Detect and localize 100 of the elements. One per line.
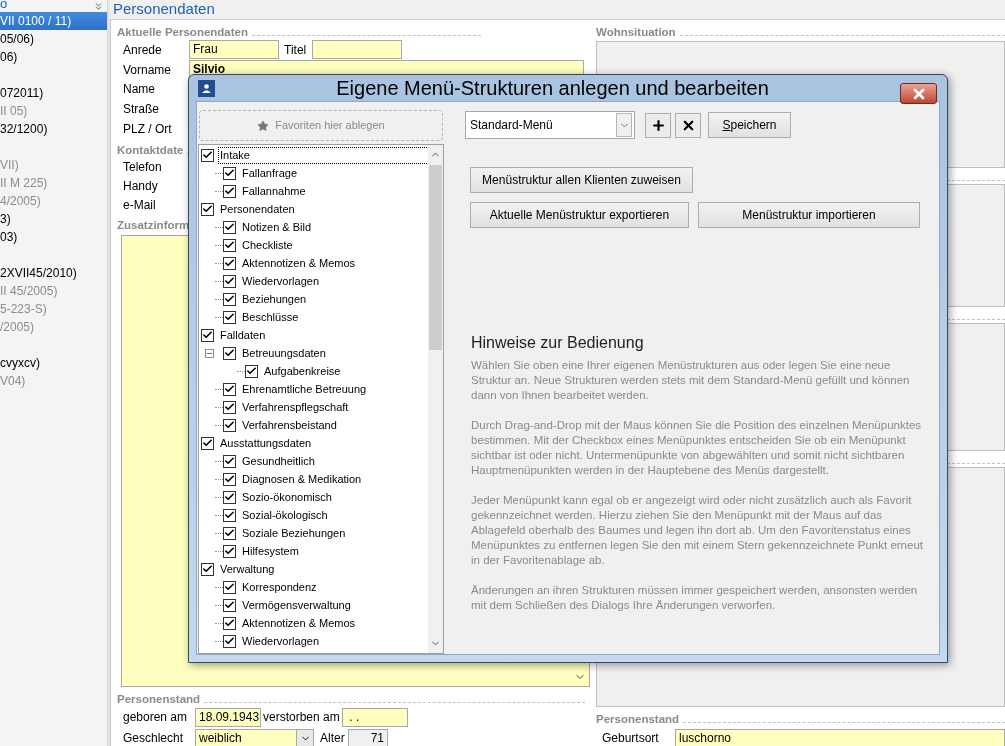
section-heading: Personenstand (596, 712, 680, 726)
delete-button[interactable] (675, 112, 701, 138)
tree-item[interactable]: Gesundheitlich (241, 453, 316, 469)
checkbox[interactable] (223, 382, 236, 396)
tree-item[interactable]: Fallanfrage (241, 165, 299, 181)
checkbox[interactable] (223, 580, 236, 594)
dialog-button[interactable]: Menüstruktur importieren (698, 202, 920, 228)
field-label: Handy (122, 177, 158, 195)
plus-icon (650, 117, 666, 133)
tree-item[interactable]: Vermögensverwaltung (241, 597, 352, 613)
input-field[interactable]: luschorno (675, 728, 1005, 746)
field-label: Anrede (122, 41, 163, 59)
help-heading: Hinweise zur Bedienung (471, 333, 645, 353)
checkbox[interactable] (223, 616, 236, 630)
client-list-item[interactable]: 3) (0, 210, 107, 228)
client-list-item[interactable]: 06) (0, 48, 107, 66)
menu-select[interactable]: Standard-Menü (465, 111, 635, 139)
tree-item[interactable]: Beschlüsse (241, 309, 300, 325)
input-field[interactable]: 18.09.1943 (195, 707, 261, 727)
tree-item[interactable]: Aufgabenkreise (263, 363, 342, 379)
input-field[interactable]: Frau (189, 40, 279, 59)
checkbox[interactable] (201, 328, 214, 342)
input-field[interactable]: . . (342, 707, 408, 727)
tree-item[interactable]: Ausstattungsdaten (219, 435, 313, 451)
expand-icon[interactable] (93, 0, 104, 12)
scrollbar[interactable] (428, 145, 443, 653)
checkbox[interactable] (223, 472, 236, 486)
checkbox[interactable] (223, 418, 236, 432)
checkbox[interactable] (223, 400, 236, 414)
section-heading: Kontaktdate (117, 143, 184, 157)
client-list-item[interactable]: cvyxcv) (0, 354, 107, 372)
gender-select[interactable]: weiblich (195, 728, 314, 746)
tree-item[interactable]: Aktennotizen & Memos (241, 615, 357, 631)
add-button[interactable] (645, 112, 671, 138)
field-label: e-Mail (122, 196, 156, 214)
tree-item[interactable]: Wiedervorlagen (241, 633, 321, 649)
checkbox[interactable] (223, 274, 236, 288)
checkbox[interactable] (201, 202, 214, 216)
section-heading: Wohnsituation (596, 25, 676, 39)
section-heading: Zusatzinform (117, 218, 190, 232)
checkbox[interactable] (223, 310, 236, 324)
client-list-item[interactable]: 05/06) (0, 30, 107, 48)
section-heading: Aktuelle Personendaten (117, 25, 248, 39)
checkbox[interactable] (223, 598, 236, 612)
checkbox[interactable] (245, 364, 258, 378)
field-label: Telefon (122, 158, 162, 176)
dialog-button[interactable]: Menüstruktur allen Klienten zuweisen (470, 167, 693, 193)
tree-item[interactable]: Aktennotizen & Memos (241, 255, 357, 271)
age-field: 71 (348, 728, 388, 746)
field-label: verstorben am (263, 709, 341, 726)
checkbox[interactable] (223, 238, 236, 252)
client-list-item[interactable]: 2XVII45/2010) (0, 264, 107, 282)
client-list-item[interactable]: 32/1200) (0, 120, 107, 138)
checkbox[interactable] (223, 544, 236, 558)
tree-item[interactable]: Fallannahme (241, 183, 307, 199)
client-list-item[interactable]: 072011) (0, 84, 107, 102)
tree-item[interactable]: Checkliste (241, 237, 294, 253)
checkbox[interactable] (223, 454, 236, 468)
tree-item[interactable]: Wiedervorlagen (241, 273, 321, 289)
help-paragraph: Jeder Menüpunkt kann egal ob er angezeigt wird oder nicht zusätzlich auch als Favorit gekennzeichnet werden. Hierzu ziehen Sie den Menüpunkt mit der Maus auf das Ablagefeld oberhalb des Baumes und legen ihn dort ab. Um den Favoritenstatus eines Menüpunktes zu entfernen legen Sie den mit einem Stern gekennzeichnete Punkt erneut in der Favoritenablage ab. (471, 493, 924, 568)
dialog-button[interactable]: Aktuelle Menüstruktur exportieren (470, 202, 689, 228)
checkbox[interactable] (223, 634, 236, 648)
collapse-icon[interactable] (205, 348, 214, 358)
checkbox[interactable] (223, 490, 236, 504)
tree-item[interactable]: Verfahrensbeistand (241, 417, 338, 433)
checkbox[interactable] (223, 526, 236, 540)
close-button[interactable] (900, 83, 937, 104)
checkbox[interactable] (223, 166, 236, 180)
tree-item[interactable]: Soziale Beziehungen (241, 525, 347, 541)
tree-item[interactable]: Beziehungen (241, 291, 308, 307)
dialog-button[interactable]: Speichern (708, 112, 791, 138)
checkbox[interactable] (223, 220, 236, 234)
checkbox[interactable] (223, 184, 236, 198)
tree-item[interactable]: Ehrenamtliche Betreuung (241, 381, 368, 397)
checkbox[interactable] (223, 508, 236, 522)
client-list-item[interactable]: 03) (0, 228, 107, 246)
help-paragraph: Änderungen an ihren Strukturen müssen immer gespeichert werden, ansonsten werden mit dem Schließen des Dialogs Ihre Änderungen verworfen. (471, 583, 919, 613)
tree-item[interactable]: Personendaten (219, 201, 296, 217)
tree-item[interactable]: Diagnosen & Medikation (241, 471, 363, 487)
tree-item[interactable]: Intake (219, 147, 428, 163)
tree-item[interactable]: Hilfesystem (241, 543, 300, 559)
tree-item[interactable]: Notizen & Bild (241, 219, 313, 235)
client-list-item[interactable]: VII 0100 / 11) (0, 12, 107, 30)
checkbox[interactable] (201, 562, 214, 576)
tree-item[interactable]: Sozio-ökonomisch (241, 489, 333, 505)
tree-item[interactable]: Betreuungsdaten (241, 345, 327, 361)
tree-item[interactable]: Falldaten (219, 327, 267, 343)
input-field[interactable] (312, 40, 402, 59)
list-header: o (0, 0, 8, 11)
field-label: Straße (122, 101, 159, 118)
app-icon (198, 79, 215, 97)
tree-item[interactable]: Verwaltung (219, 561, 276, 577)
checkbox[interactable] (223, 346, 236, 360)
checkbox[interactable] (201, 148, 214, 162)
tree-item[interactable]: Korrespondenz (241, 579, 318, 595)
tree-item[interactable]: Verfahrenspflegschaft (241, 399, 350, 415)
checkbox[interactable] (201, 436, 214, 450)
checkbox[interactable] (223, 292, 236, 306)
checkbox[interactable] (223, 256, 236, 270)
tree-item[interactable]: Sozial-ökologisch (241, 507, 329, 523)
